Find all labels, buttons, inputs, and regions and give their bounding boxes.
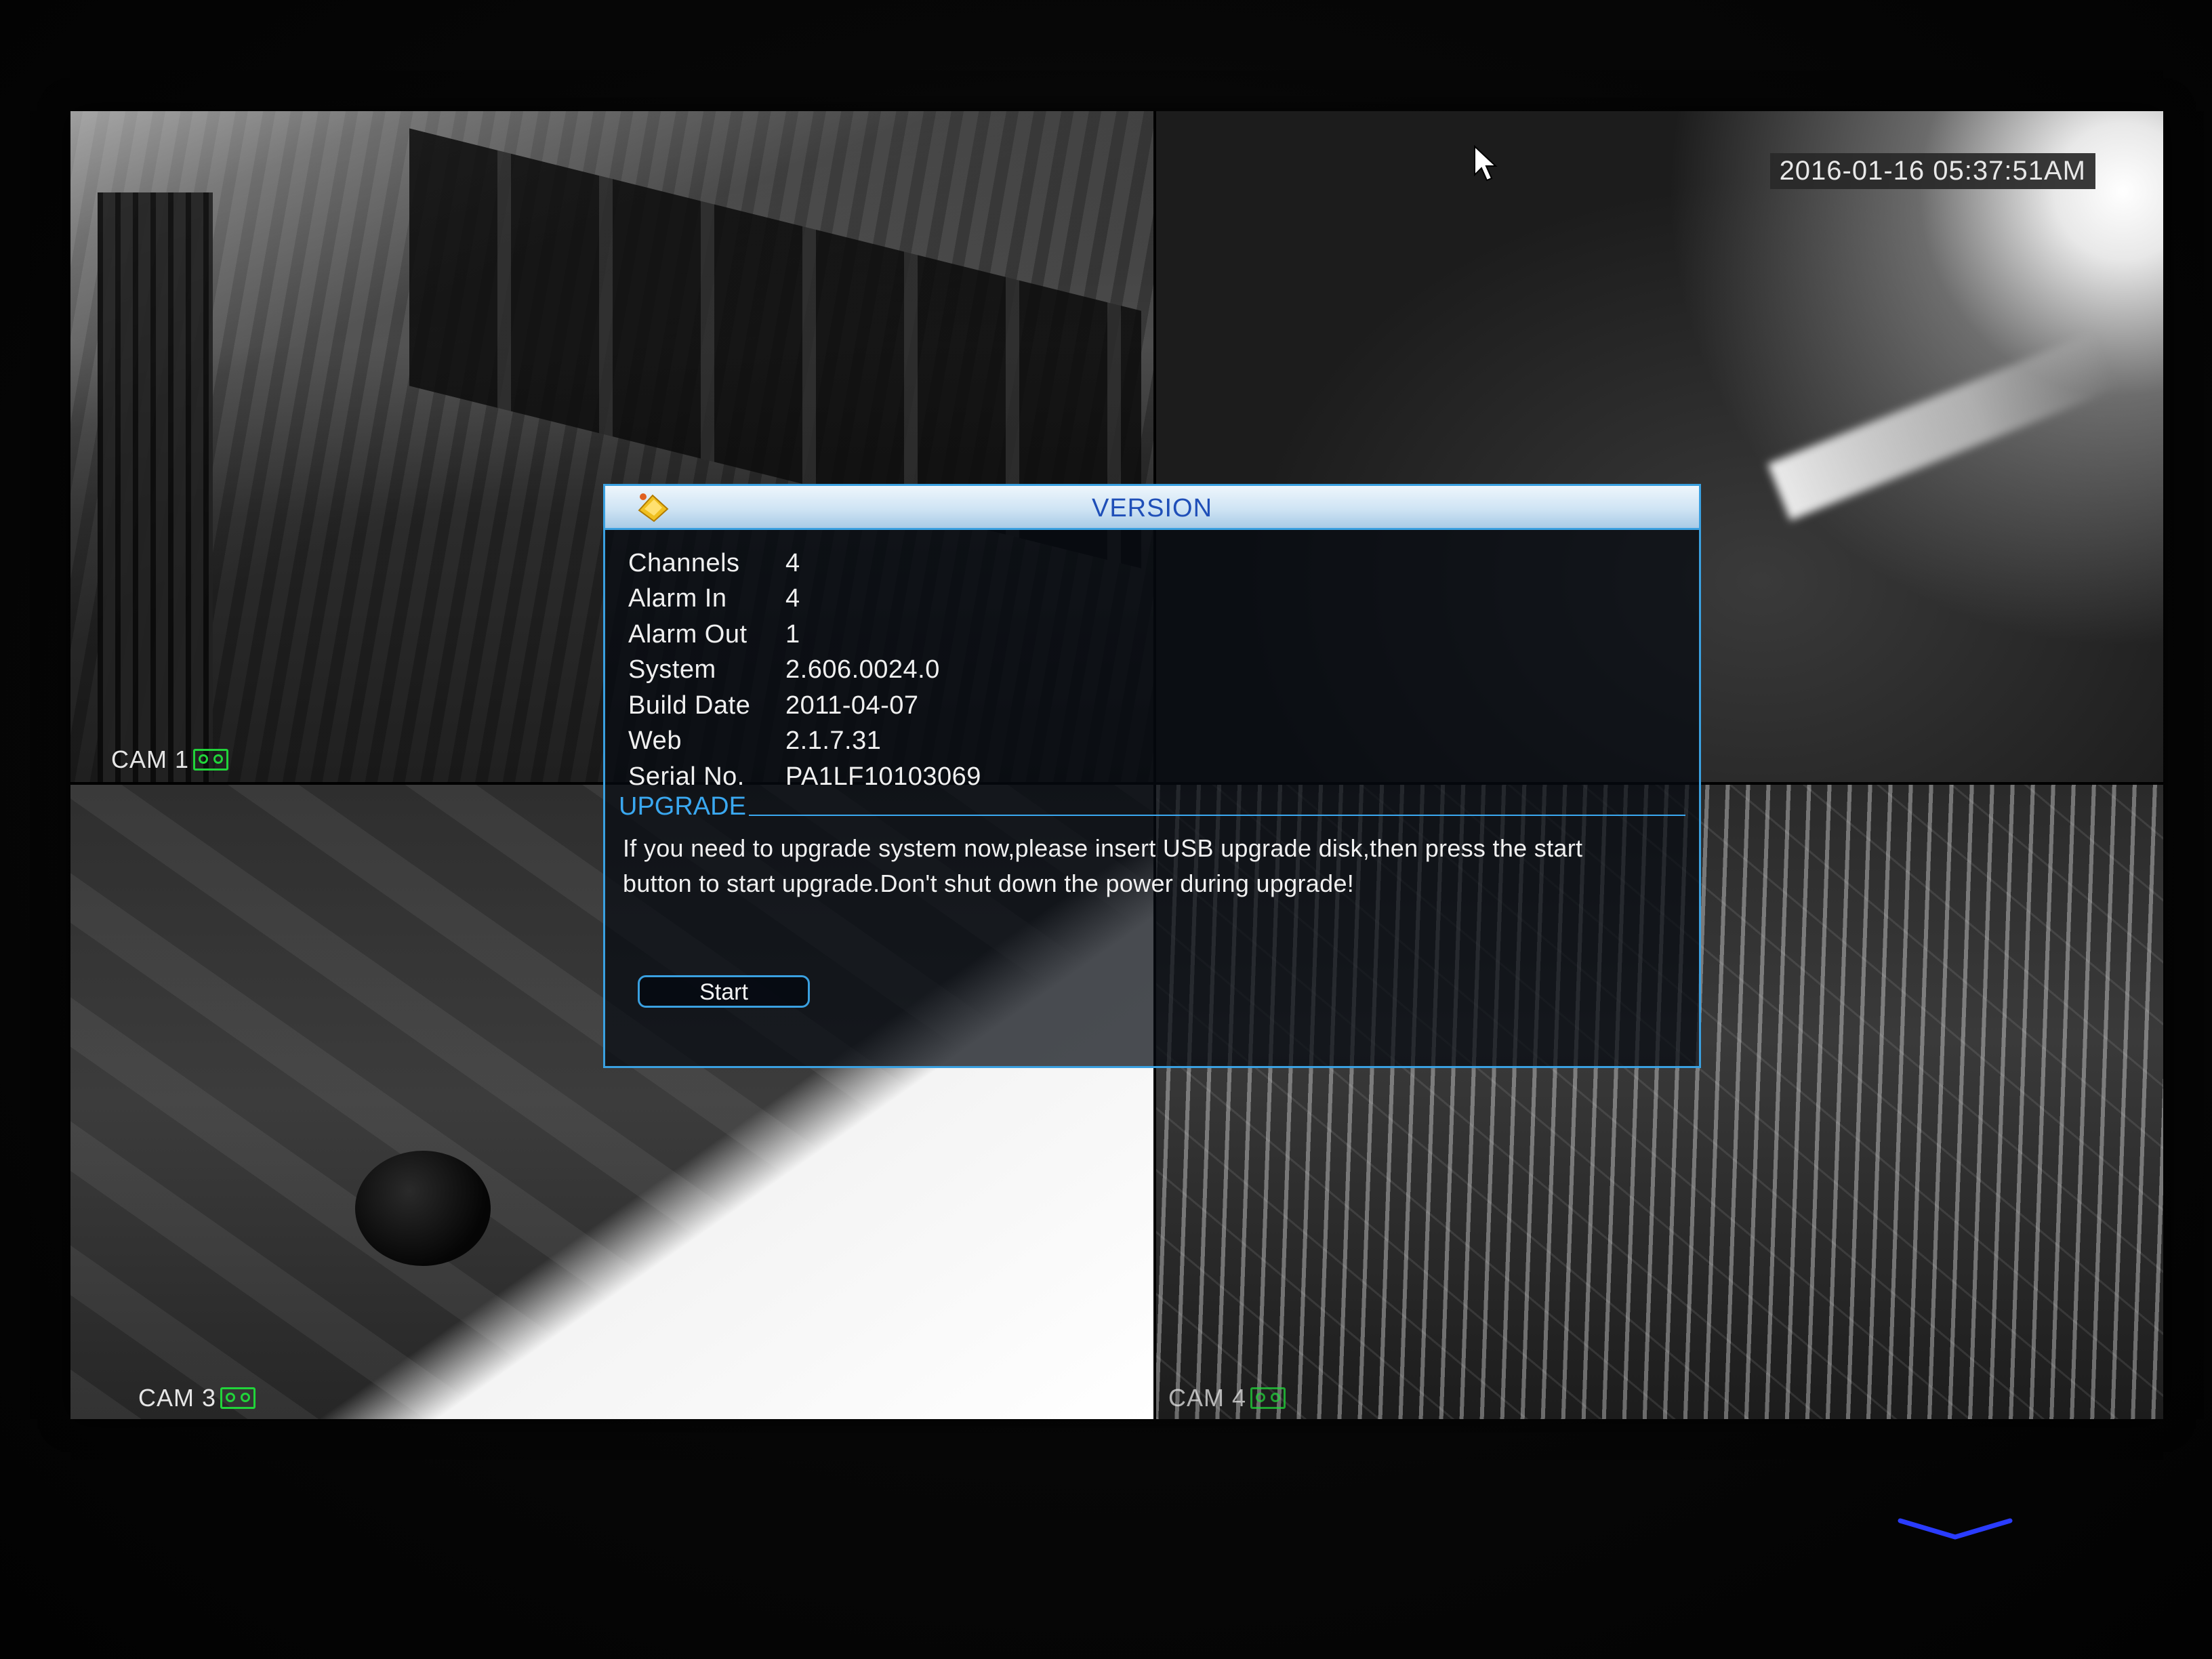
info-value: 4 [785,548,800,577]
version-dialog: VERSION Channels 4 Alarm In 4 Alarm Out … [603,484,1701,1068]
planter-shading [355,1151,491,1266]
start-upgrade-button[interactable]: Start [638,975,810,1008]
photo-background: CAM 1 CAM 3 CAM 4 2016-01-16 05:37:51AM [0,0,2212,1659]
info-row-web: Web 2.1.7.31 [628,724,981,760]
info-key: Channels [628,548,740,577]
recording-icon [193,749,229,771]
info-key: Alarm Out [628,619,747,649]
camera-name: CAM 4 [1168,1384,1247,1412]
chevron-down-icon [1898,1518,2013,1540]
info-value: PA1LF10103069 [785,762,981,791]
dvr-screen: CAM 1 CAM 3 CAM 4 2016-01-16 05:37:51AM [70,111,2163,1419]
info-key: Web [628,726,682,756]
camera-label-3: CAM 3 [138,1384,256,1412]
upgrade-section: UPGRADE If you need to upgrade system no… [619,792,1685,1008]
info-row-alarm-in: Alarm In 4 [628,581,981,617]
info-value: 2.606.0024.0 [785,655,940,684]
camera-label-1: CAM 1 [111,745,229,774]
recording-icon [1250,1387,1286,1409]
info-value: 1 [785,619,800,649]
info-row-system: System 2.606.0024.0 [628,653,981,689]
info-value: 4 [785,584,800,613]
timestamp-overlay: 2016-01-16 05:37:51AM [1769,153,2095,189]
info-key: System [628,655,716,684]
info-row-build-date: Build Date 2011-04-07 [628,688,981,724]
camera-name: CAM 3 [138,1384,217,1412]
dialog-titlebar[interactable]: VERSION [605,486,1699,530]
info-key: Alarm In [628,584,727,613]
info-row-serial-no: Serial No. PA1LF10103069 [628,759,981,795]
info-row-alarm-out: Alarm Out 1 [628,617,981,653]
section-divider [748,815,1685,816]
camera-name: CAM 1 [111,745,190,773]
info-row-channels: Channels 4 [628,546,981,581]
info-value: 2.1.7.31 [785,726,882,756]
recording-icon [220,1387,256,1409]
camera-label-4: CAM 4 [1168,1384,1286,1412]
info-value: 2011-04-07 [785,691,919,720]
dialog-title: VERSION [1091,494,1213,523]
upgrade-instructions: If you need to upgrade system now,please… [623,834,1583,897]
upgrade-heading: UPGRADE [619,792,1685,821]
smoke-plume-shading [1767,331,2117,521]
info-key: Build Date [628,691,751,720]
fence-shading [98,192,213,782]
version-info-table: Channels 4 Alarm In 4 Alarm Out 1 System… [628,546,981,795]
upgrade-heading-text: UPGRADE [619,792,746,821]
mouse-pointer-icon [1474,145,1498,182]
info-key: Serial No. [628,762,745,791]
